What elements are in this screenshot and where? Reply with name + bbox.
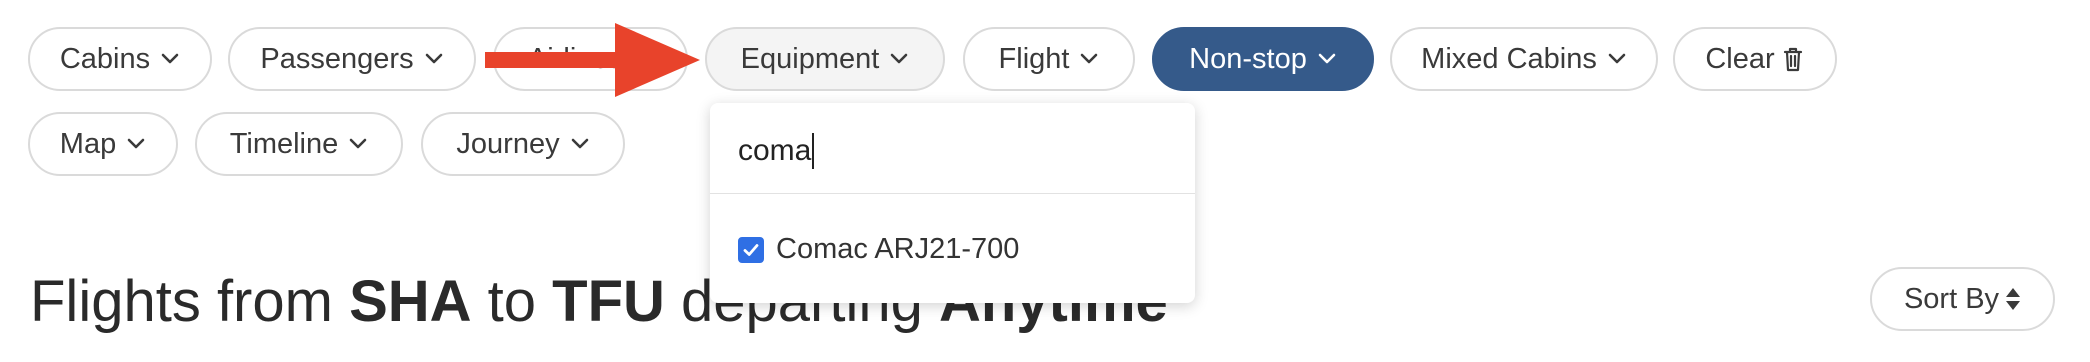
filter-mixed-cabins[interactable]: Mixed Cabins	[1390, 27, 1658, 91]
filter-map[interactable]: Map	[28, 112, 178, 176]
chevron-down-icon	[570, 137, 590, 151]
filter-mixed-cabins-label: Mixed Cabins	[1421, 42, 1597, 75]
filter-equipment-label: Equipment	[740, 42, 880, 75]
equipment-search-input[interactable]	[738, 129, 1158, 173]
sort-by-button[interactable]: Sort By	[1870, 267, 2055, 331]
title-prefix: Flights from	[30, 269, 350, 334]
filter-timeline[interactable]: Timeline	[195, 112, 403, 176]
chevron-down-icon	[889, 52, 909, 66]
clear-label: Clear	[1705, 42, 1775, 75]
chevron-down-icon	[160, 52, 180, 66]
filter-journey-label: Journey	[456, 127, 560, 160]
destination-code: TFU	[552, 269, 665, 334]
checkbox-checked[interactable]	[738, 236, 764, 263]
filter-flight-label: Flight	[998, 42, 1070, 75]
filter-passengers-label: Passengers	[260, 42, 414, 75]
chevron-down-icon	[348, 137, 368, 151]
clear-filters-button[interactable]: Clear	[1673, 27, 1837, 91]
equipment-option-label: Comac ARJ21-700	[776, 233, 1020, 265]
chevron-down-icon	[424, 52, 444, 66]
filter-journey[interactable]: Journey	[421, 112, 625, 176]
chevron-down-icon	[1607, 52, 1627, 66]
filter-non-stop[interactable]: Non-stop	[1152, 27, 1374, 91]
sort-icon	[2005, 286, 2021, 312]
filter-cabins-label: Cabins	[59, 42, 151, 75]
filter-map-label: Map	[59, 127, 117, 160]
sort-by-label: Sort By	[1903, 282, 2000, 315]
origin-code: SHA	[349, 269, 472, 334]
dropdown-divider	[710, 193, 1195, 194]
trash-icon	[1781, 45, 1805, 73]
filter-equipment[interactable]: Equipment	[705, 27, 945, 91]
chevron-down-icon	[1317, 52, 1337, 66]
filter-passengers[interactable]: Passengers	[228, 27, 476, 91]
chevron-down-icon	[1079, 52, 1099, 66]
equipment-option[interactable]: Comac ARJ21-700	[738, 233, 1019, 266]
filter-timeline-label: Timeline	[229, 127, 339, 160]
equipment-dropdown: Comac ARJ21-700	[710, 103, 1195, 303]
title-to: to	[471, 269, 553, 334]
filter-flight[interactable]: Flight	[963, 27, 1135, 91]
text-caret	[812, 133, 814, 169]
arrow-annotation-icon	[485, 23, 700, 97]
chevron-down-icon	[126, 137, 146, 151]
filter-non-stop-label: Non-stop	[1189, 42, 1307, 75]
filter-cabins[interactable]: Cabins	[28, 27, 212, 91]
